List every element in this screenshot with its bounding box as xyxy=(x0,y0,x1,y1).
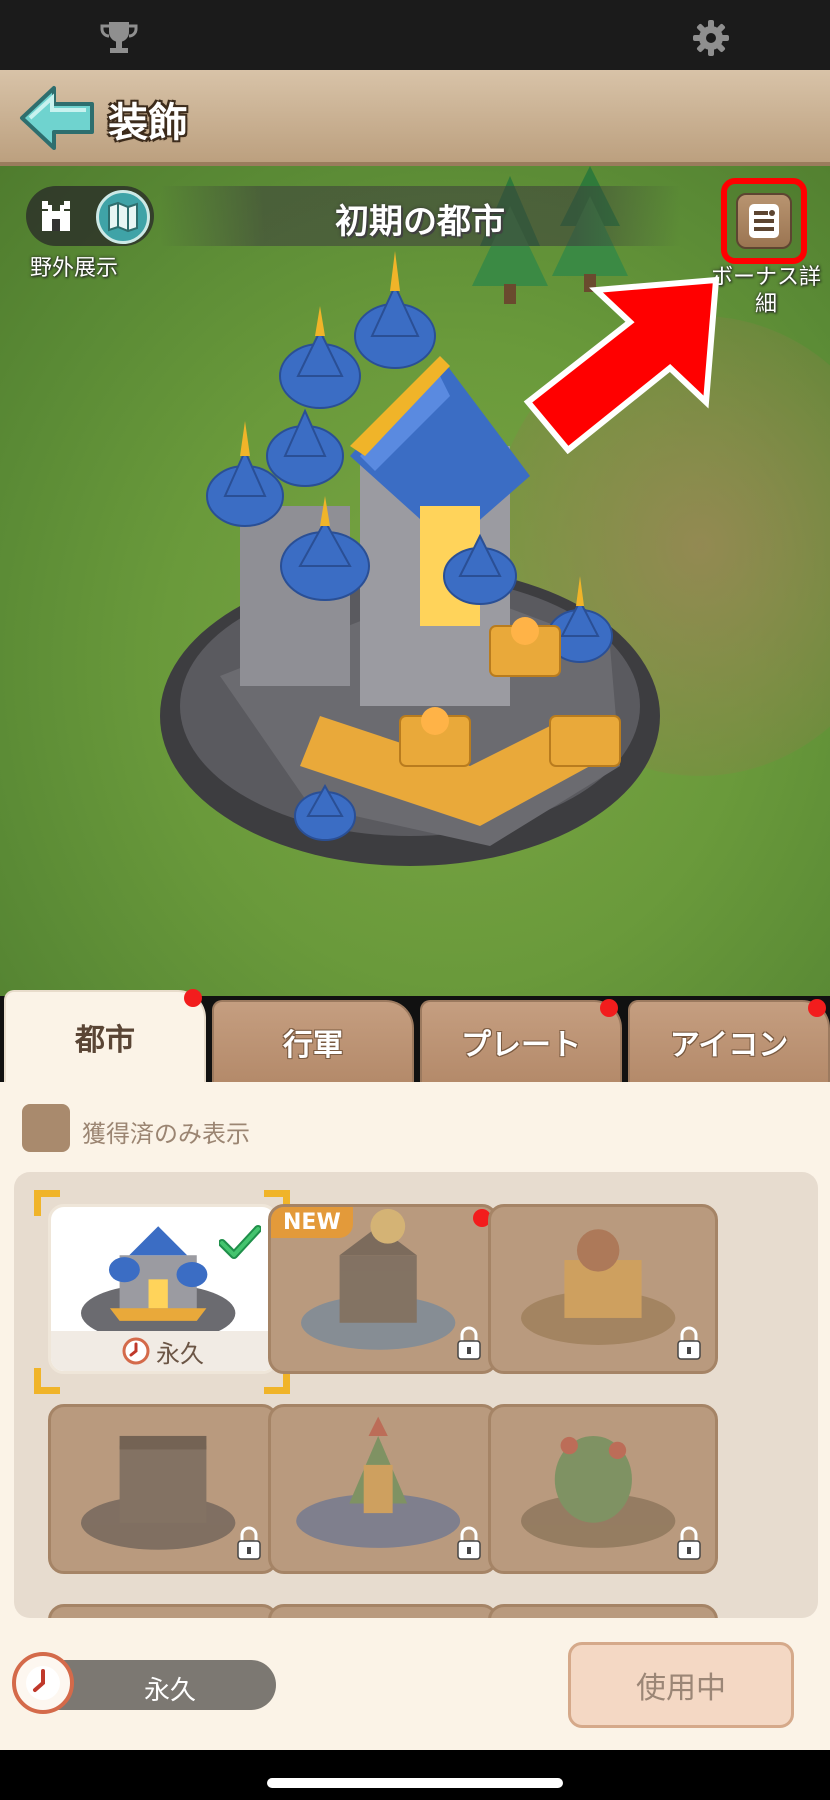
checkmark-icon xyxy=(219,1225,261,1259)
tab-city[interactable]: 都市 xyxy=(4,989,206,1082)
duration-label: 永久 xyxy=(143,1676,196,1706)
bonus-details-label: ボーナス詳細 xyxy=(710,265,821,317)
new-badge: NEW xyxy=(271,1207,353,1238)
gear-icon[interactable] xyxy=(689,18,733,58)
decoration-item[interactable]: NEW xyxy=(268,1204,498,1374)
notification-dot xyxy=(808,999,826,1017)
lock-icon xyxy=(457,1526,481,1560)
in-use-button[interactable]: 使用中 xyxy=(568,1642,794,1728)
bonus-details-button[interactable] xyxy=(721,178,807,264)
decoration-item[interactable] xyxy=(48,1604,278,1618)
view-toggle-label: 野外展示 xyxy=(30,256,119,281)
page-header: 装飾 xyxy=(0,70,830,166)
view-toggle[interactable] xyxy=(26,186,154,246)
home-indicator[interactable] xyxy=(267,1778,563,1788)
decoration-panel: 獲得済のみ表示 永久 NEW 永久 使用中 xyxy=(0,1082,830,1750)
tab-plate[interactable]: プレート xyxy=(420,999,622,1082)
city-preview: 野外展示 初期の都市 ボーナス詳細 xyxy=(0,166,830,996)
castle-view-icon[interactable] xyxy=(32,192,80,240)
notification-dot xyxy=(184,989,202,1007)
decoration-item[interactable] xyxy=(488,1204,718,1374)
page-title: 装飾 xyxy=(108,100,188,146)
owned-only-label[interactable]: 獲得済のみ表示 xyxy=(82,1114,250,1149)
trophy-icon[interactable] xyxy=(97,18,141,58)
duration-indicator: 永久 xyxy=(12,1652,276,1714)
map-view-icon[interactable] xyxy=(96,190,150,244)
decoration-grid[interactable]: 永久 NEW xyxy=(14,1172,818,1618)
tab-icon[interactable]: アイコン xyxy=(628,999,830,1082)
clock-icon xyxy=(122,1337,150,1365)
item-duration: 永久 xyxy=(156,1339,204,1368)
decoration-item[interactable]: 永久 xyxy=(48,1204,278,1374)
status-bar xyxy=(0,0,830,70)
category-tabs: 都市 行軍 プレート アイコン xyxy=(0,989,830,1082)
decoration-item[interactable] xyxy=(488,1604,718,1618)
duration-bar: 永久 xyxy=(51,1331,275,1371)
decoration-item[interactable] xyxy=(268,1404,498,1574)
lock-icon xyxy=(677,1326,701,1360)
document-icon xyxy=(736,193,792,249)
decoration-item[interactable] xyxy=(488,1404,718,1574)
tab-label: アイコン xyxy=(669,1028,789,1063)
owned-only-checkbox[interactable] xyxy=(22,1104,70,1152)
red-pointer-arrow xyxy=(523,276,720,454)
tab-label: 行軍 xyxy=(283,1028,343,1063)
lock-icon xyxy=(457,1326,481,1360)
notification-dot xyxy=(600,999,618,1017)
clock-icon xyxy=(12,1652,74,1714)
back-button[interactable] xyxy=(18,82,96,154)
tab-march[interactable]: 行軍 xyxy=(212,1000,414,1082)
back-arrow-icon xyxy=(20,86,94,150)
city-title: 初期の都市 xyxy=(335,202,505,242)
decoration-item[interactable] xyxy=(48,1404,278,1574)
lock-icon xyxy=(237,1526,261,1560)
tab-label: プレート xyxy=(461,1028,581,1063)
system-nav-bar xyxy=(0,1750,830,1800)
lock-icon xyxy=(677,1526,701,1560)
decoration-item[interactable] xyxy=(268,1604,498,1618)
tab-label: 都市 xyxy=(75,1023,135,1058)
city-title-banner: 初期の都市 xyxy=(160,186,680,246)
